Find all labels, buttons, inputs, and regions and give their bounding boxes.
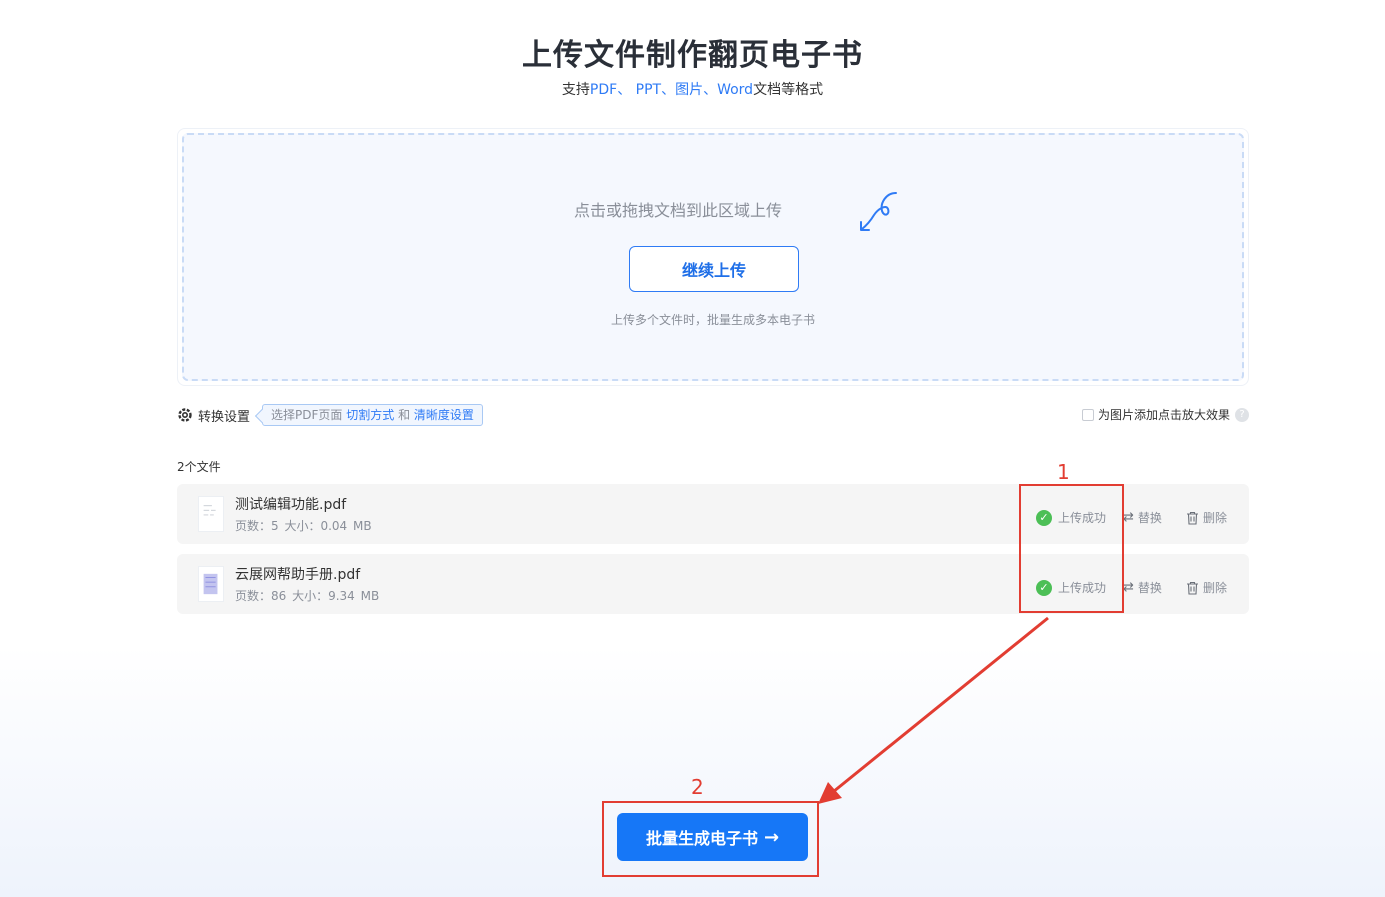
file-thumbnail xyxy=(198,566,224,602)
trash-icon xyxy=(1187,581,1198,595)
batch-generate-button[interactable]: 批量生成电子书 → xyxy=(617,813,808,861)
image-zoom-option[interactable]: 为图片添加点击放大效果 ? xyxy=(1081,406,1249,423)
arrow-right-icon: → xyxy=(763,826,780,848)
delete-label: 删除 xyxy=(1203,511,1228,525)
batch-generate-label: 批量生成电子书 xyxy=(645,829,758,848)
cut-mode-link[interactable]: 切割方式 xyxy=(346,408,394,422)
curved-arrow-icon xyxy=(860,192,897,231)
annotation-arrow xyxy=(818,616,1049,804)
continue-upload-button[interactable]: 继续上传 xyxy=(629,246,799,292)
upload-hint: 点击或拖拽文档到此区域上传 xyxy=(573,201,782,220)
replace-button[interactable]: ⇄ 替换 xyxy=(1123,509,1162,526)
annotation-box-status xyxy=(1019,484,1124,613)
upload-panel: 点击或拖拽文档到此区域上传 继续上传 上传多个文件时，批量生成多本电子书 xyxy=(177,128,1249,386)
file-meta: 页数：86 大小：9.34 MB xyxy=(235,589,380,603)
page-title: 上传文件制作翻页电子书 xyxy=(522,38,863,73)
upload-note: 上传多个文件时，批量生成多本电子书 xyxy=(610,313,815,327)
delete-button[interactable]: 删除 xyxy=(1186,509,1227,526)
file-meta: 页数：5 大小：0.04 MB xyxy=(235,519,372,533)
replace-label: 替换 xyxy=(1137,511,1162,525)
settings-tip-tag: 选择PDF页面 切割方式 和 清晰度设置 xyxy=(262,404,483,426)
swap-icon: ⇄ xyxy=(1123,510,1134,525)
file-name: 云展网帮助手册.pdf xyxy=(235,567,361,583)
trash-icon xyxy=(1187,511,1198,525)
file-thumbnail xyxy=(198,496,224,532)
clarity-settings-link[interactable]: 清晰度设置 xyxy=(414,408,474,422)
replace-label: 替换 xyxy=(1137,581,1162,595)
annotation-number-1: 1 xyxy=(1057,460,1070,484)
convert-settings-label[interactable]: 转换设置 xyxy=(198,406,250,425)
tag-mid: 和 xyxy=(398,408,411,422)
file-name: 测试编辑功能.pdf xyxy=(235,497,347,513)
subtitle-suffix: 文档等格式 xyxy=(753,82,824,98)
replace-button[interactable]: ⇄ 替换 xyxy=(1123,579,1162,596)
delete-label: 删除 xyxy=(1203,581,1228,595)
convert-settings-row: 转换设置 选择PDF页面 切割方式 和 清晰度设置 为图片添加点击放大效果 ? xyxy=(177,404,1249,426)
help-icon[interactable]: ? xyxy=(1235,407,1249,422)
delete-button[interactable]: 删除 xyxy=(1186,579,1227,596)
subtitle-prefix: 支持 xyxy=(561,82,590,98)
image-zoom-checkbox[interactable] xyxy=(1081,408,1094,421)
upload-dropzone[interactable]: 点击或拖拽文档到此区域上传 继续上传 上传多个文件时，批量生成多本电子书 xyxy=(182,133,1244,381)
supported-formats: 支持PDF、 PPT、图片、Word文档等格式 xyxy=(0,79,1385,99)
file-count: 2个文件 xyxy=(177,460,221,474)
image-zoom-label[interactable]: 为图片添加点击放大效果 xyxy=(1098,406,1230,423)
gear-icon[interactable] xyxy=(177,407,193,423)
subtitle-formats: PDF、 PPT、图片、Word xyxy=(589,82,754,98)
annotation-number-2: 2 xyxy=(691,775,704,799)
tag-prefix: 选择PDF页面 xyxy=(271,408,343,422)
swap-icon: ⇄ xyxy=(1123,580,1134,595)
